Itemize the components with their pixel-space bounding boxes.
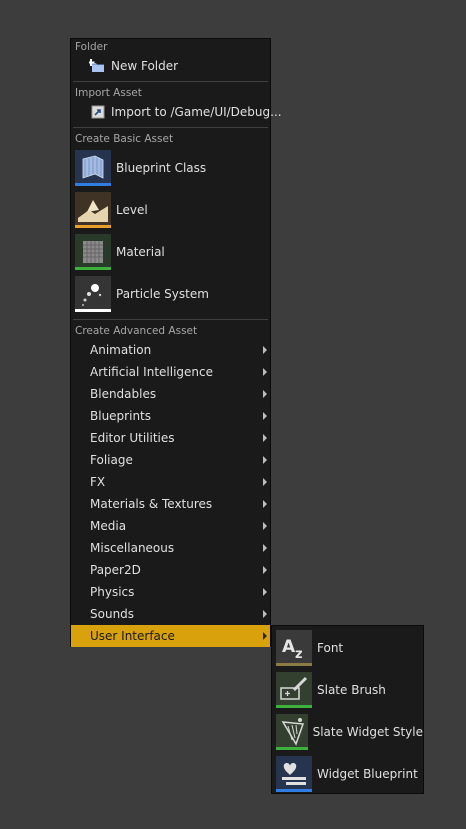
advanced-item-miscellaneous[interactable]: Miscellaneous bbox=[71, 537, 270, 559]
advanced-item-label: Physics bbox=[90, 585, 135, 599]
chevron-right-icon bbox=[263, 456, 267, 464]
font-icon: A z bbox=[276, 630, 312, 666]
advanced-item-label: Miscellaneous bbox=[90, 541, 175, 555]
chevron-right-icon bbox=[263, 632, 267, 640]
basic-asset-label: Level bbox=[116, 203, 148, 217]
chevron-right-icon bbox=[263, 434, 267, 442]
context-menu: Folder New Folder Import Asset Import to… bbox=[70, 38, 282, 647]
chevron-right-icon bbox=[263, 368, 267, 376]
section-header-import: Import Asset bbox=[75, 87, 142, 99]
basic-asset-blueprint-class[interactable]: Blueprint Class bbox=[71, 147, 270, 189]
advanced-item-label: Sounds bbox=[90, 607, 135, 621]
basic-asset-label: Material bbox=[116, 245, 165, 259]
chevron-right-icon bbox=[263, 500, 267, 508]
basic-asset-material[interactable]: Material bbox=[71, 231, 270, 273]
particle-system-icon bbox=[75, 276, 111, 312]
advanced-item-physics[interactable]: Physics bbox=[71, 581, 270, 603]
advanced-item-label: Editor Utilities bbox=[90, 431, 175, 445]
import-label: Import to /Game/UI/Debug... bbox=[111, 105, 282, 119]
chevron-right-icon bbox=[263, 412, 267, 420]
advanced-item-label: Foliage bbox=[90, 453, 133, 467]
chevron-right-icon bbox=[263, 478, 267, 486]
chevron-right-icon bbox=[263, 610, 267, 618]
advanced-item-label: Media bbox=[90, 519, 127, 533]
user-interface-submenu: A z Font Slate Brush Slate Widget Style … bbox=[271, 625, 424, 794]
separator bbox=[73, 127, 268, 128]
submenu-item-slate-brush[interactable]: Slate Brush bbox=[272, 669, 423, 711]
import-icon bbox=[89, 103, 107, 121]
basic-asset-particle-system[interactable]: Particle System bbox=[71, 273, 270, 315]
submenu-item-label: Slate Widget Style bbox=[312, 725, 423, 739]
slate-widget-style-icon bbox=[276, 714, 308, 750]
advanced-item-label: Blendables bbox=[90, 387, 157, 401]
advanced-item-label: Blueprints bbox=[90, 409, 152, 423]
import-item[interactable]: Import to /Game/UI/Debug... bbox=[71, 101, 282, 123]
separator bbox=[73, 319, 268, 320]
advanced-item-label: User Interface bbox=[90, 629, 175, 643]
advanced-item-label: Materials & Textures bbox=[90, 497, 213, 511]
new-folder-icon bbox=[87, 57, 107, 75]
level-icon bbox=[75, 192, 111, 228]
svg-text:z: z bbox=[295, 647, 303, 662]
separator bbox=[73, 81, 268, 82]
chevron-right-icon bbox=[263, 346, 267, 354]
advanced-item-label: Paper2D bbox=[90, 563, 141, 577]
submenu-item-label: Font bbox=[317, 641, 344, 655]
advanced-item-label: Artificial Intelligence bbox=[90, 365, 213, 379]
material-icon bbox=[75, 234, 111, 270]
advanced-item-fx[interactable]: FX bbox=[71, 471, 270, 493]
blueprint-class-icon bbox=[75, 150, 111, 186]
submenu-item-font[interactable]: A z Font bbox=[272, 627, 423, 669]
chevron-right-icon bbox=[263, 588, 267, 596]
advanced-item-materials-textures[interactable]: Materials & Textures bbox=[71, 493, 270, 515]
advanced-item-blueprints[interactable]: Blueprints bbox=[71, 405, 270, 427]
submenu-item-slate-widget-style[interactable]: Slate Widget Style bbox=[272, 711, 423, 753]
chevron-right-icon bbox=[263, 522, 267, 530]
widget-blueprint-icon bbox=[276, 756, 312, 792]
submenu-item-widget-blueprint[interactable]: Widget Blueprint bbox=[272, 753, 423, 795]
advanced-item-sounds[interactable]: Sounds bbox=[71, 603, 270, 625]
advanced-item-user-interface[interactable]: User Interface bbox=[71, 625, 270, 647]
submenu-item-label: Slate Brush bbox=[317, 683, 386, 697]
advanced-item-artificial-intelligence[interactable]: Artificial Intelligence bbox=[71, 361, 270, 383]
advanced-item-media[interactable]: Media bbox=[71, 515, 270, 537]
advanced-item-editor-utilities[interactable]: Editor Utilities bbox=[71, 427, 270, 449]
advanced-item-label: FX bbox=[90, 475, 106, 489]
slate-brush-icon bbox=[276, 672, 312, 708]
basic-asset-label: Blueprint Class bbox=[116, 161, 207, 175]
basic-asset-label: Particle System bbox=[116, 287, 209, 301]
advanced-item-foliage[interactable]: Foliage bbox=[71, 449, 270, 471]
svg-text:A: A bbox=[282, 637, 296, 657]
advanced-item-label: Animation bbox=[90, 343, 152, 357]
advanced-item-animation[interactable]: Animation bbox=[71, 339, 270, 361]
advanced-item-blendables[interactable]: Blendables bbox=[71, 383, 270, 405]
chevron-right-icon bbox=[263, 544, 267, 552]
new-folder-item[interactable]: New Folder bbox=[71, 55, 270, 77]
section-header-folder: Folder bbox=[75, 41, 108, 53]
chevron-right-icon bbox=[263, 390, 267, 398]
basic-asset-level[interactable]: Level bbox=[71, 189, 270, 231]
submenu-item-label: Widget Blueprint bbox=[317, 767, 418, 781]
advanced-item-paper2d[interactable]: Paper2D bbox=[71, 559, 270, 581]
section-header-advanced: Create Advanced Asset bbox=[75, 325, 198, 337]
new-folder-label: New Folder bbox=[111, 59, 179, 73]
chevron-right-icon bbox=[263, 566, 267, 574]
section-header-basic: Create Basic Asset bbox=[75, 133, 174, 145]
